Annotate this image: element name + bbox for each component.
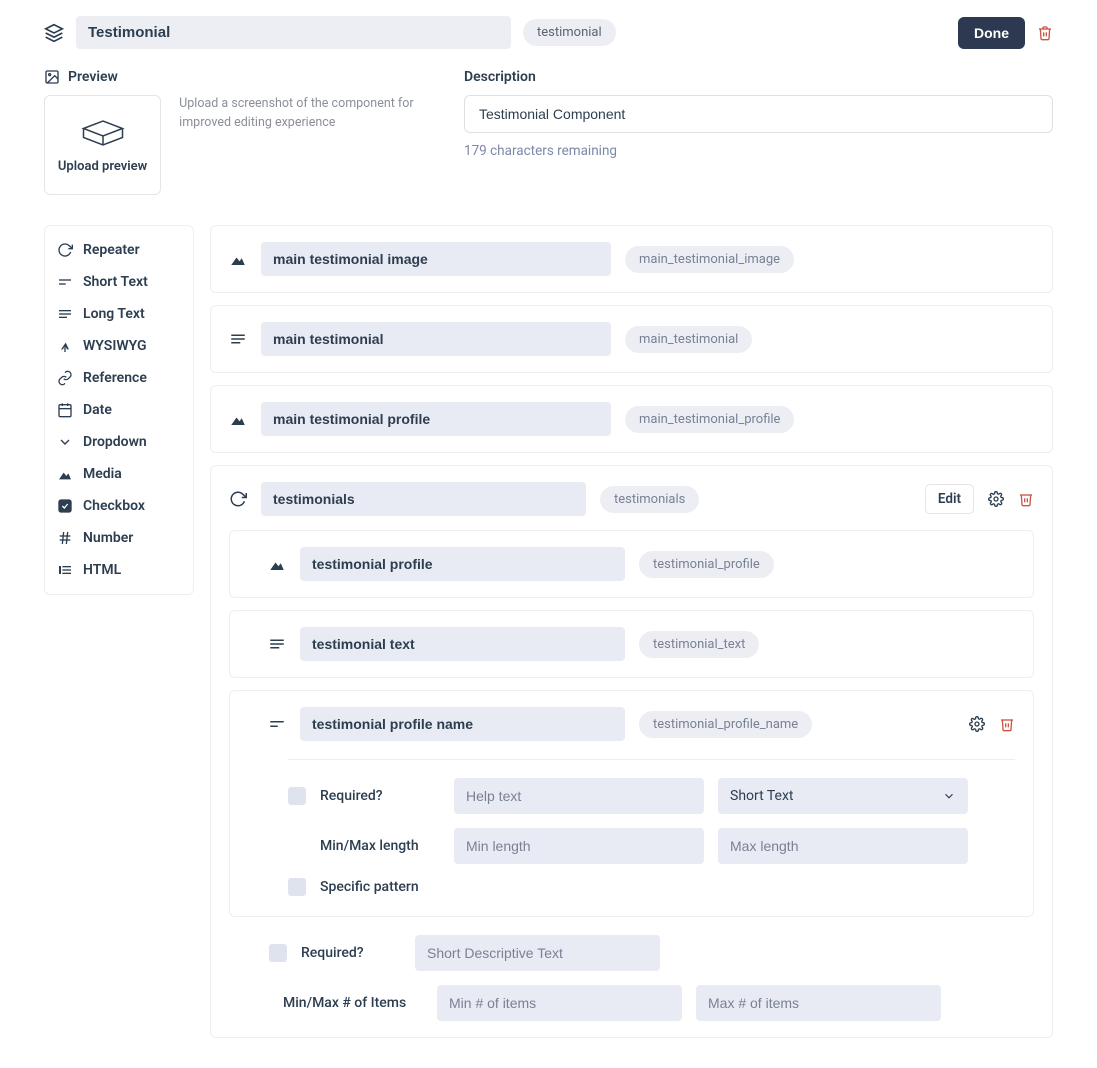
chars-remaining-text: 179 characters remaining — [464, 143, 1053, 159]
wysiwyg-icon — [57, 338, 73, 354]
media-icon — [229, 250, 247, 268]
minmax-length-label: Min/Max length — [320, 838, 440, 854]
chevron-down-icon — [942, 789, 956, 803]
sidebar-item-media[interactable]: Media — [45, 458, 193, 490]
hash-icon — [57, 530, 73, 546]
repeater-required-label: Required? — [301, 945, 401, 961]
refresh-icon — [229, 490, 247, 508]
field-card-main-testimonial[interactable]: main_testimonial — [210, 305, 1053, 373]
sidebar-item-reference[interactable]: Reference — [45, 362, 193, 394]
field-card-testimonial-profile[interactable]: testimonial_profile — [229, 530, 1034, 598]
preview-section-label: Preview — [44, 69, 434, 85]
box-3d-icon — [79, 117, 127, 149]
repeater-desc-input[interactable] — [415, 935, 660, 971]
layers-icon — [44, 23, 64, 43]
field-type-sidebar: Repeater Short Text Long Text WYSIWYG Re… — [44, 225, 194, 595]
field-card-testimonial-text[interactable]: testimonial_text — [229, 610, 1034, 678]
sidebar-item-date[interactable]: Date — [45, 394, 193, 426]
field-slug: main_testimonial_profile — [625, 406, 794, 433]
field-name-input[interactable] — [261, 402, 611, 436]
chevron-down-icon — [57, 434, 73, 450]
link-icon — [57, 370, 73, 386]
field-name-input[interactable] — [261, 482, 586, 516]
short-text-icon — [57, 274, 73, 290]
field-name-input[interactable] — [300, 547, 625, 581]
min-items-input[interactable] — [437, 985, 682, 1021]
long-text-icon — [229, 330, 247, 348]
field-name-input[interactable] — [261, 242, 611, 276]
field-name-input[interactable] — [300, 707, 625, 741]
field-card-testimonial-profile-name: testimonial_profile_name Required? Short… — [229, 690, 1034, 917]
max-length-input[interactable] — [718, 828, 968, 864]
sidebar-item-long-text[interactable]: Long Text — [45, 298, 193, 330]
repeater-minmax-label: Min/Max # of Items — [283, 995, 423, 1011]
field-slug: testimonial_profile — [639, 551, 774, 578]
min-length-input[interactable] — [454, 828, 704, 864]
field-name-input[interactable] — [261, 322, 611, 356]
short-text-icon — [268, 715, 286, 733]
sidebar-item-dropdown[interactable]: Dropdown — [45, 426, 193, 458]
media-icon — [57, 466, 73, 482]
max-items-input[interactable] — [696, 985, 941, 1021]
gear-icon[interactable] — [988, 491, 1004, 507]
field-slug: main_testimonial — [625, 326, 752, 353]
sidebar-item-repeater[interactable]: Repeater — [45, 234, 193, 266]
sidebar-item-wysiwyg[interactable]: WYSIWYG — [45, 330, 193, 362]
gear-icon[interactable] — [969, 716, 985, 732]
calendar-icon — [57, 402, 73, 418]
media-icon — [229, 410, 247, 428]
field-slug: testimonial_text — [639, 631, 759, 658]
delete-field-icon[interactable] — [1018, 491, 1034, 507]
media-icon — [268, 555, 286, 573]
upload-hint-text: Upload a screenshot of the component for… — [179, 95, 434, 133]
repeater-required-checkbox[interactable] — [269, 944, 287, 962]
delete-component-icon[interactable] — [1037, 25, 1053, 41]
sidebar-item-short-text[interactable]: Short Text — [45, 266, 193, 298]
field-name-input[interactable] — [300, 627, 625, 661]
long-text-icon — [57, 306, 73, 322]
field-slug: main_testimonial_image — [625, 246, 794, 273]
description-input[interactable] — [464, 95, 1053, 133]
image-icon — [44, 69, 60, 85]
upload-preview-box[interactable]: Upload preview — [44, 95, 161, 195]
sidebar-item-checkbox[interactable]: Checkbox — [45, 490, 193, 522]
long-text-icon — [268, 635, 286, 653]
field-card-testimonials-repeater: testimonials Edit testimonial_profile — [210, 465, 1053, 1038]
help-text-input[interactable] — [454, 778, 704, 814]
delete-field-icon[interactable] — [999, 716, 1015, 732]
component-slug: testimonial — [523, 19, 616, 46]
refresh-icon — [57, 242, 73, 258]
done-button[interactable]: Done — [958, 17, 1025, 49]
sidebar-item-html[interactable]: HTML — [45, 554, 193, 586]
specific-pattern-label: Specific pattern — [320, 879, 419, 895]
field-card-main-testimonial-image[interactable]: main_testimonial_image — [210, 225, 1053, 293]
html-icon — [57, 562, 73, 578]
upload-preview-label: Upload preview — [58, 159, 147, 174]
required-checkbox[interactable] — [288, 787, 306, 805]
sidebar-item-number[interactable]: Number — [45, 522, 193, 554]
specific-pattern-checkbox[interactable] — [288, 878, 306, 896]
field-type-select[interactable]: Short Text — [718, 778, 968, 814]
edit-button[interactable]: Edit — [925, 484, 974, 514]
component-title-input[interactable] — [76, 16, 511, 49]
field-slug: testimonial_profile_name — [639, 711, 812, 738]
field-slug: testimonials — [600, 486, 699, 513]
checkbox-icon — [57, 498, 73, 514]
description-section-label: Description — [464, 69, 1053, 85]
field-card-main-testimonial-profile[interactable]: main_testimonial_profile — [210, 385, 1053, 453]
required-label: Required? — [320, 788, 440, 804]
